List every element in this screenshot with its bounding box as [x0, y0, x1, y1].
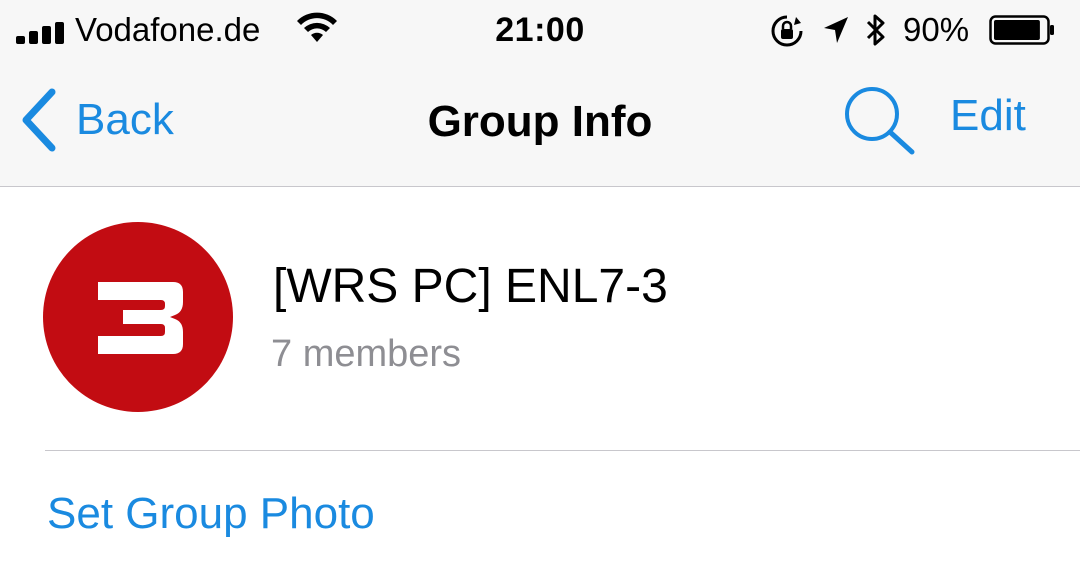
search-icon[interactable] — [842, 84, 918, 156]
group-name: [WRS PC] ENL7-3 — [273, 260, 668, 313]
edit-button[interactable]: Edit — [950, 84, 1026, 148]
set-group-photo-button[interactable]: Set Group Photo — [47, 486, 375, 542]
top-bar: Vodafone.de 21:00 90% Back Group Info Ed… — [0, 0, 1080, 187]
page-title: Group Info — [427, 97, 653, 146]
status-bar: Vodafone.de 21:00 90% — [0, 0, 1080, 64]
bluetooth-icon — [866, 14, 885, 46]
battery-icon — [989, 15, 1054, 45]
divider — [45, 450, 1080, 451]
location-icon — [824, 17, 848, 43]
group-avatar[interactable] — [43, 222, 233, 412]
rotation-lock-icon — [771, 15, 803, 47]
battery-percent: 90% — [903, 11, 970, 48]
member-count: 7 members — [271, 333, 462, 375]
number-three-logo-icon — [98, 282, 183, 354]
